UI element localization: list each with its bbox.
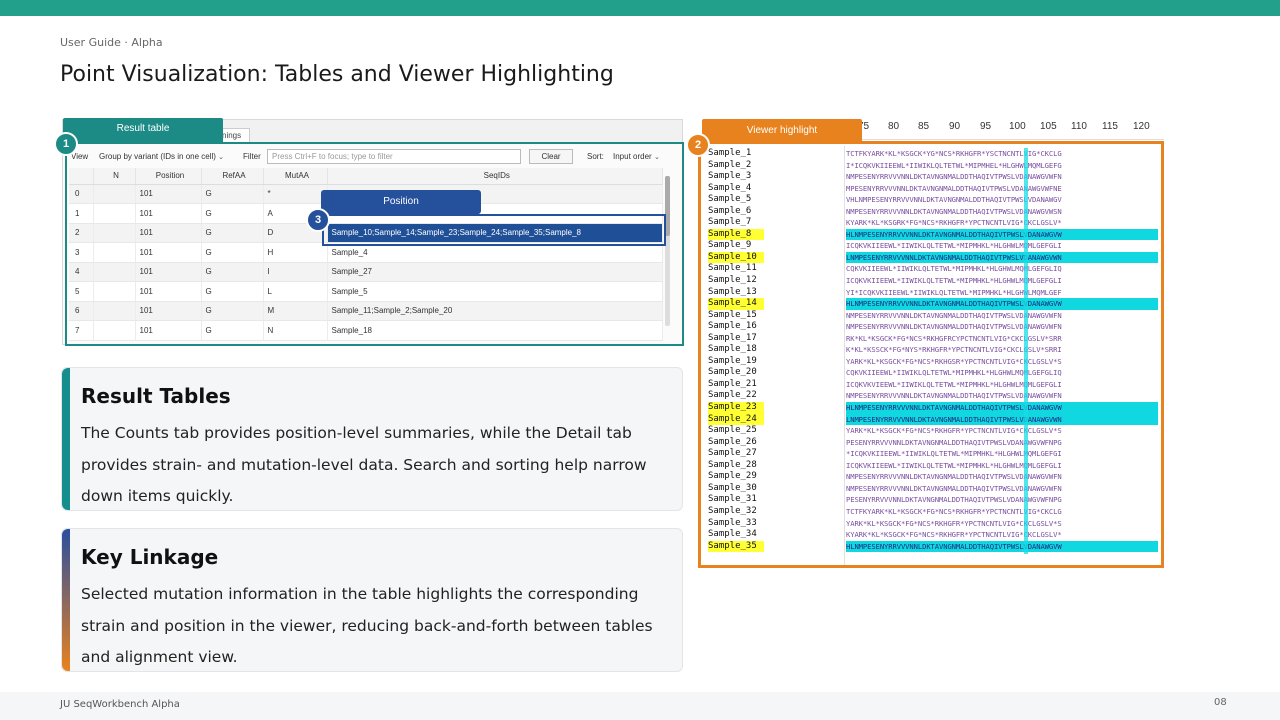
ruler-tick: 115 (1102, 121, 1118, 132)
ruler-tick: 90 (949, 121, 961, 132)
ruler-tick: 110 (1071, 121, 1087, 132)
ruler-tick: 95 (980, 121, 992, 132)
position-callout: Position (321, 190, 481, 214)
top-accent-bar (0, 0, 1280, 16)
ruler-tick: 105 (1040, 121, 1057, 132)
callout-badge-2: 2 (686, 133, 710, 157)
footer-product: JU SeqWorkbench Alpha (60, 699, 180, 710)
card-accent-bar (62, 368, 70, 510)
callout-badge-3: 3 (306, 208, 330, 232)
viewer-highlight-frame (698, 141, 1164, 568)
result-tables-card: Result Tables The Counts tab provides po… (61, 367, 683, 511)
ruler-tick: 100 (1009, 121, 1026, 132)
viewer-highlight-callout: Viewer highlight (702, 119, 862, 143)
page-number: 08 (1214, 697, 1227, 708)
card-accent-bar (62, 529, 70, 671)
card-title: Key Linkage (81, 545, 219, 569)
ruler-tick: 120 (1133, 121, 1150, 132)
card-title: Result Tables (81, 384, 231, 408)
position-highlight-frame (322, 214, 666, 246)
page-title: Point Visualization: Tables and Viewer H… (60, 62, 614, 87)
breadcrumb: User Guide · Alpha (60, 36, 163, 49)
card-body: The Counts tab provides position-level s… (81, 424, 647, 505)
position-ruler: 75 80 85 90 95 100 105 110 115 120 (846, 118, 1164, 140)
callout-badge-1: 1 (54, 132, 78, 156)
card-body: Selected mutation information in the tab… (81, 585, 653, 666)
key-linkage-card: Key Linkage Selected mutation informatio… (61, 528, 683, 672)
footer: JU SeqWorkbench Alpha 08 (0, 692, 1280, 720)
result-table-callout: Result table (63, 118, 223, 142)
ruler-tick: 80 (888, 121, 900, 132)
ruler-tick: 85 (918, 121, 930, 132)
